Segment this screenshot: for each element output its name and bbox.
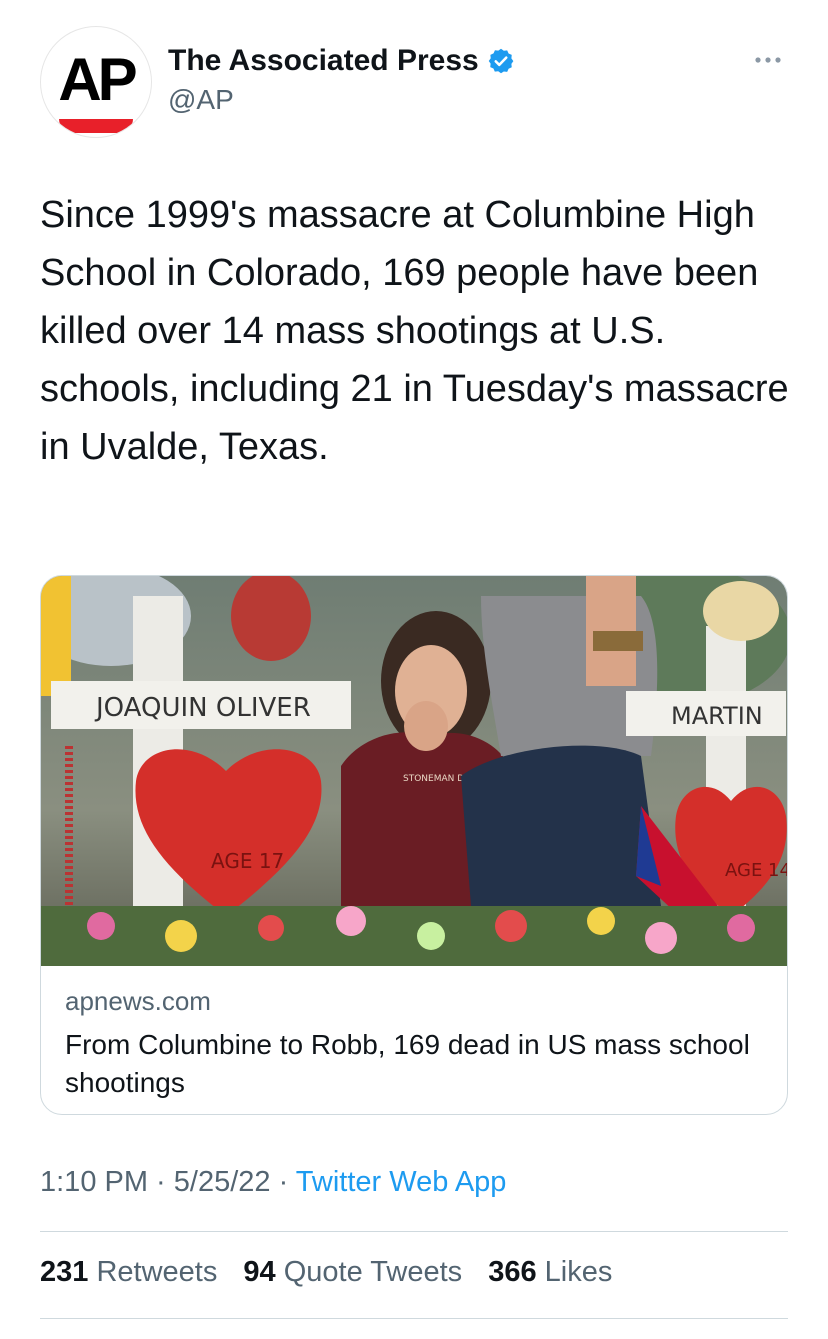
verified-badge-icon bbox=[488, 48, 514, 74]
author-display-name[interactable]: The Associated Press bbox=[168, 44, 479, 78]
meta-separator: · bbox=[148, 1166, 174, 1198]
more-options-icon[interactable] bbox=[752, 50, 784, 70]
likes-label: Likes bbox=[544, 1256, 613, 1288]
cross-right-text: MARTIN bbox=[671, 702, 763, 730]
retweets-count: 231 bbox=[40, 1256, 89, 1288]
quote-tweets-label: Quote Tweets bbox=[283, 1256, 463, 1288]
tweet-source-link[interactable]: Twitter Web App bbox=[296, 1166, 507, 1198]
retweets-stat[interactable]: 231 Retweets bbox=[40, 1256, 217, 1288]
divider bbox=[40, 1318, 788, 1319]
avatar-logo-text: AP bbox=[58, 46, 137, 113]
tweet-text: Since 1999's massacre at Columbine High … bbox=[40, 194, 789, 468]
card-image[interactable]: JOAQUIN OLIVER AGE 17 STONEMAN DOUGLAS H… bbox=[41, 576, 787, 966]
heart-left-text: AGE 17 bbox=[211, 849, 284, 873]
tweet-date[interactable]: 5/25/22 bbox=[174, 1166, 271, 1198]
tweet-time[interactable]: 1:10 PM bbox=[40, 1166, 148, 1198]
likes-count: 366 bbox=[488, 1256, 537, 1288]
card-title[interactable]: From Columbine to Robb, 169 dead in US m… bbox=[65, 1026, 765, 1102]
meta-separator: · bbox=[270, 1166, 296, 1198]
link-card[interactable]: JOAQUIN OLIVER AGE 17 STONEMAN DOUGLAS H… bbox=[40, 575, 788, 1115]
divider bbox=[40, 1231, 788, 1232]
quote-tweets-count: 94 bbox=[243, 1256, 276, 1288]
likes-stat[interactable]: 366 Likes bbox=[488, 1256, 612, 1288]
retweets-label: Retweets bbox=[96, 1256, 218, 1288]
author-name-row: The Associated Press bbox=[168, 44, 515, 78]
quote-tweets-stat[interactable]: 94 Quote Tweets bbox=[243, 1256, 462, 1288]
avatar[interactable]: AP bbox=[40, 26, 152, 138]
engagement-stats: 231 Retweets 94 Quote Tweets 366 Likes bbox=[40, 1256, 630, 1289]
card-domain: apnews.com bbox=[65, 986, 211, 1016]
cross-left-text: JOAQUIN OLIVER bbox=[94, 693, 311, 723]
heart-right-text: AGE 14 bbox=[725, 860, 787, 881]
avatar-logo-bar bbox=[59, 119, 133, 133]
author-handle[interactable]: @AP bbox=[168, 84, 234, 116]
tweet-metadata: 1:10 PM · 5/25/22 · Twitter Web App bbox=[40, 1166, 506, 1199]
